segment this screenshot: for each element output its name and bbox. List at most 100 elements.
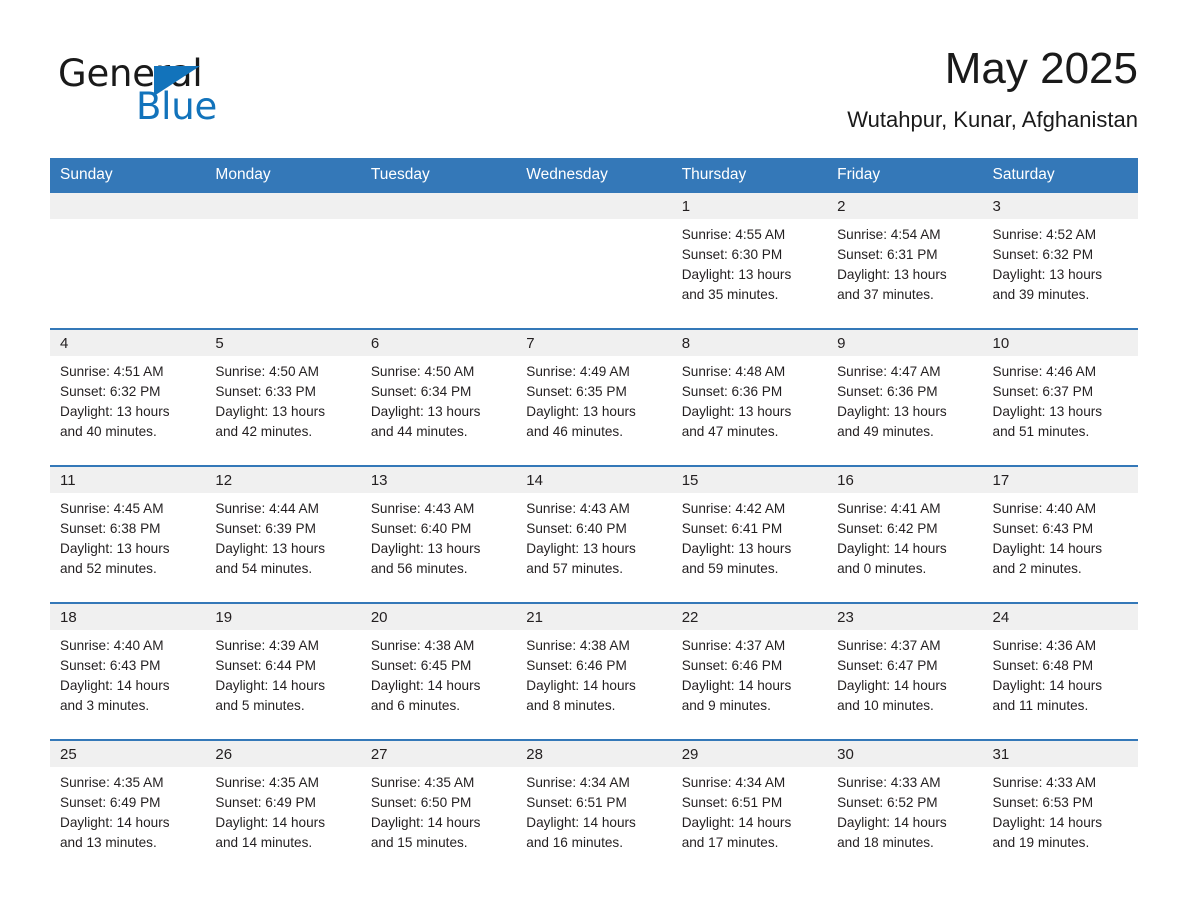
sunset-text: Sunset: 6:49 PM	[60, 795, 161, 810]
sunset-text: Sunset: 6:46 PM	[526, 658, 627, 673]
sunrise-text: Sunrise: 4:50 AM	[370, 364, 475, 379]
calendar-day-cell[interactable]: 29 Sunrise: 4:34 AM Sunset: 6:51 PM Dayligh…	[671, 739, 828, 876]
sunset-text: Sunset: 6:43 PM	[992, 521, 1094, 536]
calendar-day-cell[interactable]: 6 Sunrise: 4:50 AM Sunset: 6:34 PM Daylight…	[360, 328, 517, 466]
day-number: 18	[60, 609, 77, 626]
calendar-day-cell[interactable]: 8 Sunrise: 4:48 AM Sunset: 6:36 PM Daylight…	[671, 328, 828, 466]
daylight-text: Daylight: 13 hours	[681, 404, 792, 419]
day-number-band: 14	[516, 467, 672, 493]
day-number: 1	[681, 198, 691, 215]
calendar-day-cell[interactable]: 2 Sunrise: 4:54 AM Sunset: 6:31 PM Daylight…	[827, 193, 983, 329]
daylight-text: Daylight: 13 hours	[526, 404, 636, 419]
calendar-day-cell[interactable]: 12 Sunrise: 4:44 AM Sunset: 6:39 PM Dayligh…	[205, 465, 361, 603]
sunrise-text: Sunrise: 4:37 AM	[837, 638, 941, 653]
weekday-header-wednesday: Wednesday	[516, 158, 672, 193]
day-number: 20	[370, 609, 388, 626]
day-number-band: 24	[982, 604, 1138, 630]
calendar-day-cell[interactable]: 14 Sunrise: 4:43 AM Sunset: 6:40 PM Dayligh…	[516, 465, 672, 603]
calendar-week-row: 25 Sunrise: 4:35 AM Sunset: 6:49 PM Dayligh…	[50, 739, 1138, 876]
calendar-day-cell[interactable]: 27 Sunrise: 4:35 AM Sunset: 6:50 PM Dayligh…	[360, 739, 517, 876]
daylight-text: and 47 minutes.	[681, 424, 779, 439]
daylight-text: and 35 minutes.	[681, 287, 779, 302]
day-number: 30	[837, 746, 854, 763]
weekday-header-saturday: Saturday	[982, 158, 1138, 193]
calendar-day-cell[interactable]: 17 Sunrise: 4:40 AM Sunset: 6:43 PM Dayligh…	[982, 465, 1138, 603]
sunrise-text: Sunrise: 4:49 AM	[526, 364, 630, 379]
weekday-header-friday: Friday	[827, 158, 983, 193]
sunrise-text: Sunrise: 4:38 AM	[526, 638, 630, 653]
calendar-day-cell[interactable]: 19 Sunrise: 4:39 AM Sunset: 6:44 PM Dayligh…	[205, 602, 361, 740]
calendar-day-cell[interactable]: 26 Sunrise: 4:35 AM Sunset: 6:49 PM Dayligh…	[205, 739, 361, 876]
calendar-day-cell[interactable]: 13 Sunrise: 4:43 AM Sunset: 6:40 PM Dayligh…	[360, 465, 517, 603]
daylight-text: and 13 minutes.	[60, 835, 157, 850]
daylight-text: Daylight: 13 hours	[60, 541, 170, 556]
daylight-text: and 0 minutes.	[837, 561, 927, 576]
calendar-day-cell-empty	[360, 193, 517, 329]
calendar-day-cell[interactable]: 25 Sunrise: 4:35 AM Sunset: 6:49 PM Dayligh…	[50, 739, 206, 876]
sunset-text: Sunset: 6:40 PM	[526, 521, 627, 536]
calendar-week-row: 1 Sunrise: 4:55 AM Sunset: 6:30 PM Daylight…	[50, 193, 1138, 329]
calendar-day-cell[interactable]: 5 Sunrise: 4:50 AM Sunset: 6:33 PM Daylight…	[205, 328, 361, 466]
day-cell-details: Sunrise: 4:36 AM Sunset: 6:48 PM Daylight:…	[983, 630, 1138, 716]
day-cell-details: Sunrise: 4:35 AM Sunset: 6:50 PM Daylight:…	[361, 767, 516, 853]
calendar-day-cell[interactable]: 7 Sunrise: 4:49 AM Sunset: 6:35 PM Daylight…	[516, 328, 672, 466]
day-number-band: 1	[671, 193, 828, 219]
day-cell-details: Sunrise: 4:48 AM Sunset: 6:36 PM Daylight:…	[672, 356, 827, 442]
day-cell-details: Sunrise: 4:42 AM Sunset: 6:41 PM Daylight:…	[672, 493, 827, 579]
calendar-day-cell[interactable]: 28 Sunrise: 4:34 AM Sunset: 6:51 PM Dayligh…	[516, 739, 672, 876]
day-number-band: 15	[671, 467, 828, 493]
daylight-text: and 15 minutes.	[370, 835, 468, 850]
calendar-day-cell[interactable]: 21 Sunrise: 4:38 AM Sunset: 6:46 PM Dayligh…	[516, 602, 672, 740]
daylight-text: and 19 minutes.	[992, 835, 1090, 850]
sunrise-text: Sunrise: 4:51 AM	[60, 364, 164, 379]
day-cell-details: Sunrise: 4:49 AM Sunset: 6:35 PM Daylight:…	[516, 356, 671, 442]
daylight-text: and 18 minutes.	[837, 835, 934, 850]
day-number-band	[205, 193, 361, 219]
calendar-day-cell[interactable]: 16 Sunrise: 4:41 AM Sunset: 6:42 PM Dayligh…	[827, 465, 983, 603]
day-number-band: 28	[516, 741, 672, 767]
day-number-band: 2	[827, 193, 983, 219]
calendar-day-cell[interactable]: 18 Sunrise: 4:40 AM Sunset: 6:43 PM Dayligh…	[50, 602, 206, 740]
day-number: 5	[215, 335, 224, 352]
calendar-day-cell[interactable]: 31 Sunrise: 4:33 AM Sunset: 6:53 PM Dayligh…	[982, 739, 1138, 876]
day-number: 25	[60, 746, 77, 763]
sunrise-sunset-calendar: Sunday Monday Tuesday Wednesday Thursday Frid…	[50, 158, 1138, 876]
day-cell-details: Sunrise: 4:54 AM Sunset: 6:31 PM Daylight:…	[827, 219, 982, 305]
day-number-band: 26	[205, 741, 361, 767]
day-number-band: 10	[982, 330, 1138, 356]
daylight-text: Daylight: 13 hours	[60, 404, 170, 419]
calendar-day-cell[interactable]: 4 Sunrise: 4:51 AM Sunset: 6:32 PM Daylight…	[50, 328, 206, 466]
day-number-band: 4	[50, 330, 206, 356]
day-number: 14	[526, 472, 543, 489]
daylight-text: Daylight: 14 hours	[370, 678, 481, 693]
daylight-text: Daylight: 14 hours	[992, 678, 1103, 693]
daylight-text: Daylight: 13 hours	[837, 404, 947, 419]
day-number: 8	[681, 335, 691, 352]
calendar-day-cell[interactable]: 15 Sunrise: 4:42 AM Sunset: 6:41 PM Dayligh…	[671, 465, 828, 603]
calendar-day-cell[interactable]: 9 Sunrise: 4:47 AM Sunset: 6:36 PM Daylight…	[827, 328, 983, 466]
day-number: 9	[837, 335, 846, 352]
calendar-day-cell[interactable]: 30 Sunrise: 4:33 AM Sunset: 6:52 PM Dayligh…	[827, 739, 983, 876]
calendar-day-cell[interactable]: 11 Sunrise: 4:45 AM Sunset: 6:38 PM Dayligh…	[50, 465, 206, 603]
day-number-band: 21	[516, 604, 672, 630]
day-number: 23	[837, 609, 854, 626]
weekday-header-monday: Monday	[205, 158, 361, 193]
sunrise-text: Sunrise: 4:40 AM	[60, 638, 164, 653]
calendar-day-cell[interactable]: 3 Sunrise: 4:52 AM Sunset: 6:32 PM Daylight…	[982, 193, 1138, 329]
calendar-day-cell[interactable]: 1 Sunrise: 4:55 AM Sunset: 6:30 PM Daylight…	[671, 193, 828, 329]
generalblue-logo[interactable]: General Blue	[58, 52, 388, 132]
sunrise-text: Sunrise: 4:36 AM	[992, 638, 1097, 653]
daylight-text: and 2 minutes.	[992, 561, 1082, 576]
calendar-day-cell[interactable]: 20 Sunrise: 4:38 AM Sunset: 6:45 PM Dayligh…	[360, 602, 517, 740]
daylight-text: and 51 minutes.	[992, 424, 1090, 439]
daylight-text: and 17 minutes.	[681, 835, 779, 850]
sunset-text: Sunset: 6:40 PM	[370, 521, 472, 536]
sunset-text: Sunset: 6:48 PM	[992, 658, 1094, 673]
calendar-day-cell[interactable]: 24 Sunrise: 4:36 AM Sunset: 6:48 PM Dayligh…	[982, 602, 1138, 740]
calendar-day-cell[interactable]: 23 Sunrise: 4:37 AM Sunset: 6:47 PM Dayligh…	[827, 602, 983, 740]
page-subtitle: Wutahpur, Kunar, Afghanistan	[847, 107, 1138, 132]
calendar-day-cell[interactable]: 10 Sunrise: 4:46 AM Sunset: 6:37 PM Dayligh…	[982, 328, 1138, 466]
daylight-text: and 5 minutes.	[215, 698, 305, 713]
calendar-day-cell[interactable]: 22 Sunrise: 4:37 AM Sunset: 6:46 PM Dayligh…	[671, 602, 828, 740]
daylight-text: Daylight: 14 hours	[992, 815, 1103, 830]
